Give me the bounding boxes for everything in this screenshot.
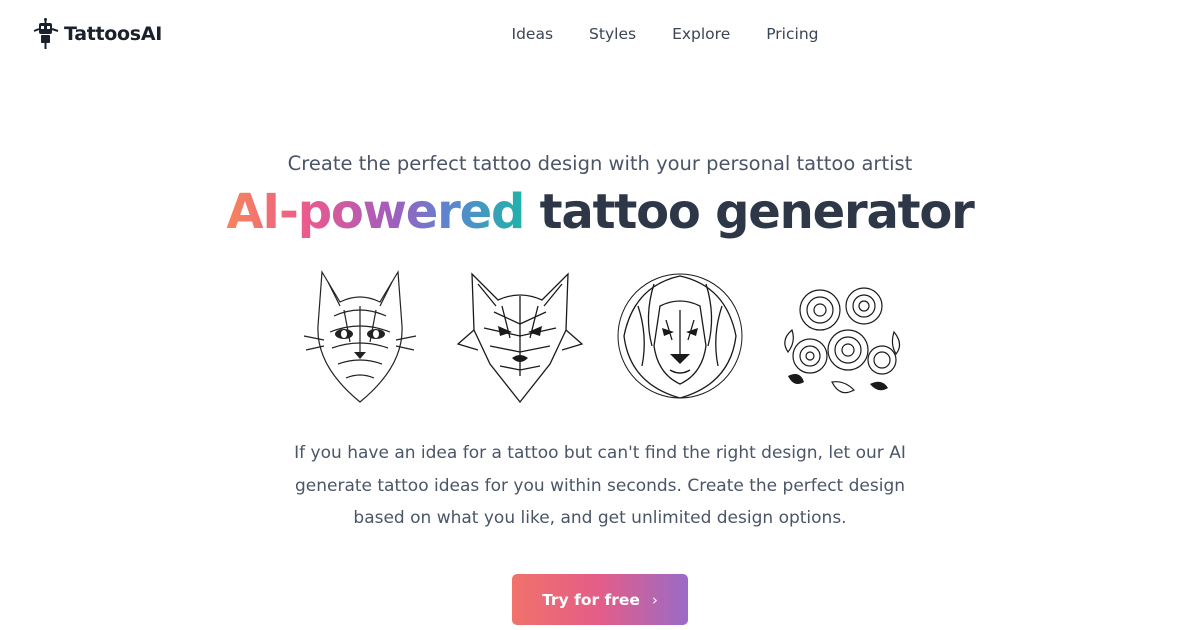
chevron-right-icon: › bbox=[651, 590, 658, 609]
wolf-tattoo-image bbox=[456, 272, 584, 404]
hero-description: If you have an idea for a tattoo but can… bbox=[294, 443, 906, 528]
nav-item-explore[interactable]: Explore bbox=[672, 25, 730, 43]
headline-gradient-text: AI-powered bbox=[226, 184, 525, 240]
try-for-free-button[interactable]: Try for free › bbox=[512, 574, 688, 625]
main-nav: Ideas Styles Explore Pricing bbox=[0, 25, 1200, 43]
roses-tattoo-image bbox=[784, 287, 901, 394]
site-header: TattoosAI Ideas Styles Explore Pricing bbox=[0, 0, 1200, 70]
nav-item-pricing[interactable]: Pricing bbox=[766, 25, 818, 43]
headline-text: tattoo generator bbox=[539, 184, 975, 240]
cta-label: Try for free bbox=[542, 590, 640, 609]
nav-item-ideas[interactable]: Ideas bbox=[512, 25, 554, 43]
cat-tattoo-image bbox=[303, 270, 417, 403]
hero-subtitle: Create the perfect tattoo design with yo… bbox=[287, 152, 913, 175]
tattoo-gallery bbox=[0, 266, 1200, 406]
lion-tattoo-image bbox=[617, 273, 743, 399]
nav-item-styles[interactable]: Styles bbox=[589, 25, 636, 43]
hero-headline: AI-powered tattoo generator bbox=[0, 184, 1200, 240]
